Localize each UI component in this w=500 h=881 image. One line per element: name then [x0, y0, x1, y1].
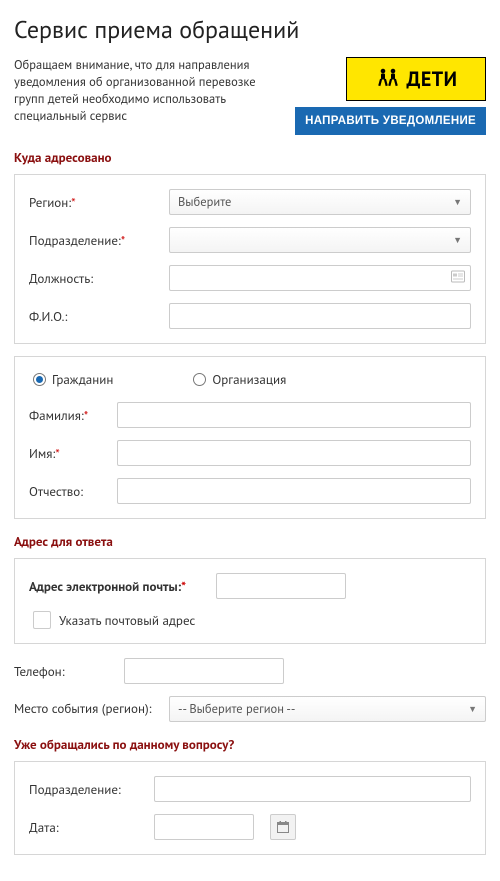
- fio-label: Ф.И.О.:: [29, 308, 159, 325]
- prev-date-label: Дата:: [29, 819, 144, 836]
- postal-checkbox-label: Указать почтовый адрес: [59, 612, 195, 629]
- position-input[interactable]: [169, 265, 471, 291]
- prev-dept-label: Подразделение:: [29, 781, 144, 798]
- phone-label: Телефон:: [14, 663, 114, 680]
- radio-citizen-label: Гражданин: [52, 371, 113, 388]
- dept-label: Подразделение:*: [29, 232, 159, 249]
- region-label: Регион:*: [29, 194, 159, 211]
- send-notification-button[interactable]: НАПРАВИТЬ УВЕДОМЛЕНИЕ: [295, 107, 486, 135]
- section-title-destination: Куда адресовано: [14, 149, 486, 166]
- lastname-input[interactable]: [117, 402, 471, 428]
- children-icon: [375, 66, 401, 92]
- fieldset-destination: Регион:* Выберите ▼ Подразделение:* ▼ До…: [14, 174, 486, 344]
- calendar-icon: [277, 821, 289, 833]
- radio-icon: [193, 373, 206, 386]
- event-region-select-value: -- Выберите регион --: [178, 701, 295, 717]
- page-title: Сервис приема обращений: [14, 14, 486, 45]
- department-select[interactable]: ▼: [169, 227, 471, 253]
- firstname-label: Имя:*: [29, 445, 107, 462]
- chevron-down-icon: ▼: [453, 197, 462, 208]
- calendar-button[interactable]: [270, 814, 296, 840]
- checkbox-icon: [33, 611, 51, 629]
- fio-input[interactable]: [169, 303, 471, 329]
- kids-banner[interactable]: ДЕТИ: [346, 57, 486, 101]
- notice-text: Обращаем внимание, что для направления у…: [14, 57, 281, 125]
- radio-organization[interactable]: Организация: [193, 371, 286, 388]
- chevron-down-icon: ▼: [453, 235, 462, 246]
- kids-banner-label: ДЕТИ: [407, 66, 458, 92]
- section-title-reply: Адрес для ответа: [14, 533, 486, 550]
- email-input[interactable]: [216, 573, 346, 599]
- region-select[interactable]: Выберите ▼: [169, 189, 471, 215]
- patronymic-input[interactable]: [117, 478, 471, 504]
- fieldset-applicant: Гражданин Организация Фамилия:* Имя:* От…: [14, 356, 486, 519]
- section-title-previous: Уже обращались по данному вопросу?: [14, 736, 486, 753]
- phone-input[interactable]: [124, 658, 284, 684]
- radio-organization-label: Организация: [212, 371, 286, 388]
- patronymic-label: Отчество:: [29, 483, 107, 500]
- event-region-select[interactable]: -- Выберите регион -- ▼: [169, 696, 486, 722]
- fieldset-email: Адрес электронной почты:* Указать почтов…: [14, 558, 486, 644]
- notice-row: Обращаем внимание, что для направления у…: [14, 57, 486, 135]
- event-region-label: Место события (регион):: [14, 701, 159, 717]
- radio-icon: [33, 373, 46, 386]
- banner-column: ДЕТИ НАПРАВИТЬ УВЕДОМЛЕНИЕ: [295, 57, 486, 135]
- fieldset-previous: Подразделение: Дата:: [14, 761, 486, 855]
- lastname-label: Фамилия:*: [29, 407, 107, 424]
- prev-date-input[interactable]: [154, 814, 254, 840]
- radio-citizen[interactable]: Гражданин: [33, 371, 113, 388]
- region-select-value: Выберите: [178, 194, 231, 210]
- firstname-input[interactable]: [117, 440, 471, 466]
- email-label: Адрес электронной почты:*: [29, 578, 186, 595]
- position-label: Должность:: [29, 270, 159, 287]
- postal-checkbox[interactable]: Указать почтовый адрес: [29, 611, 471, 629]
- chevron-down-icon: ▼: [468, 704, 477, 715]
- prev-dept-input[interactable]: [154, 776, 471, 802]
